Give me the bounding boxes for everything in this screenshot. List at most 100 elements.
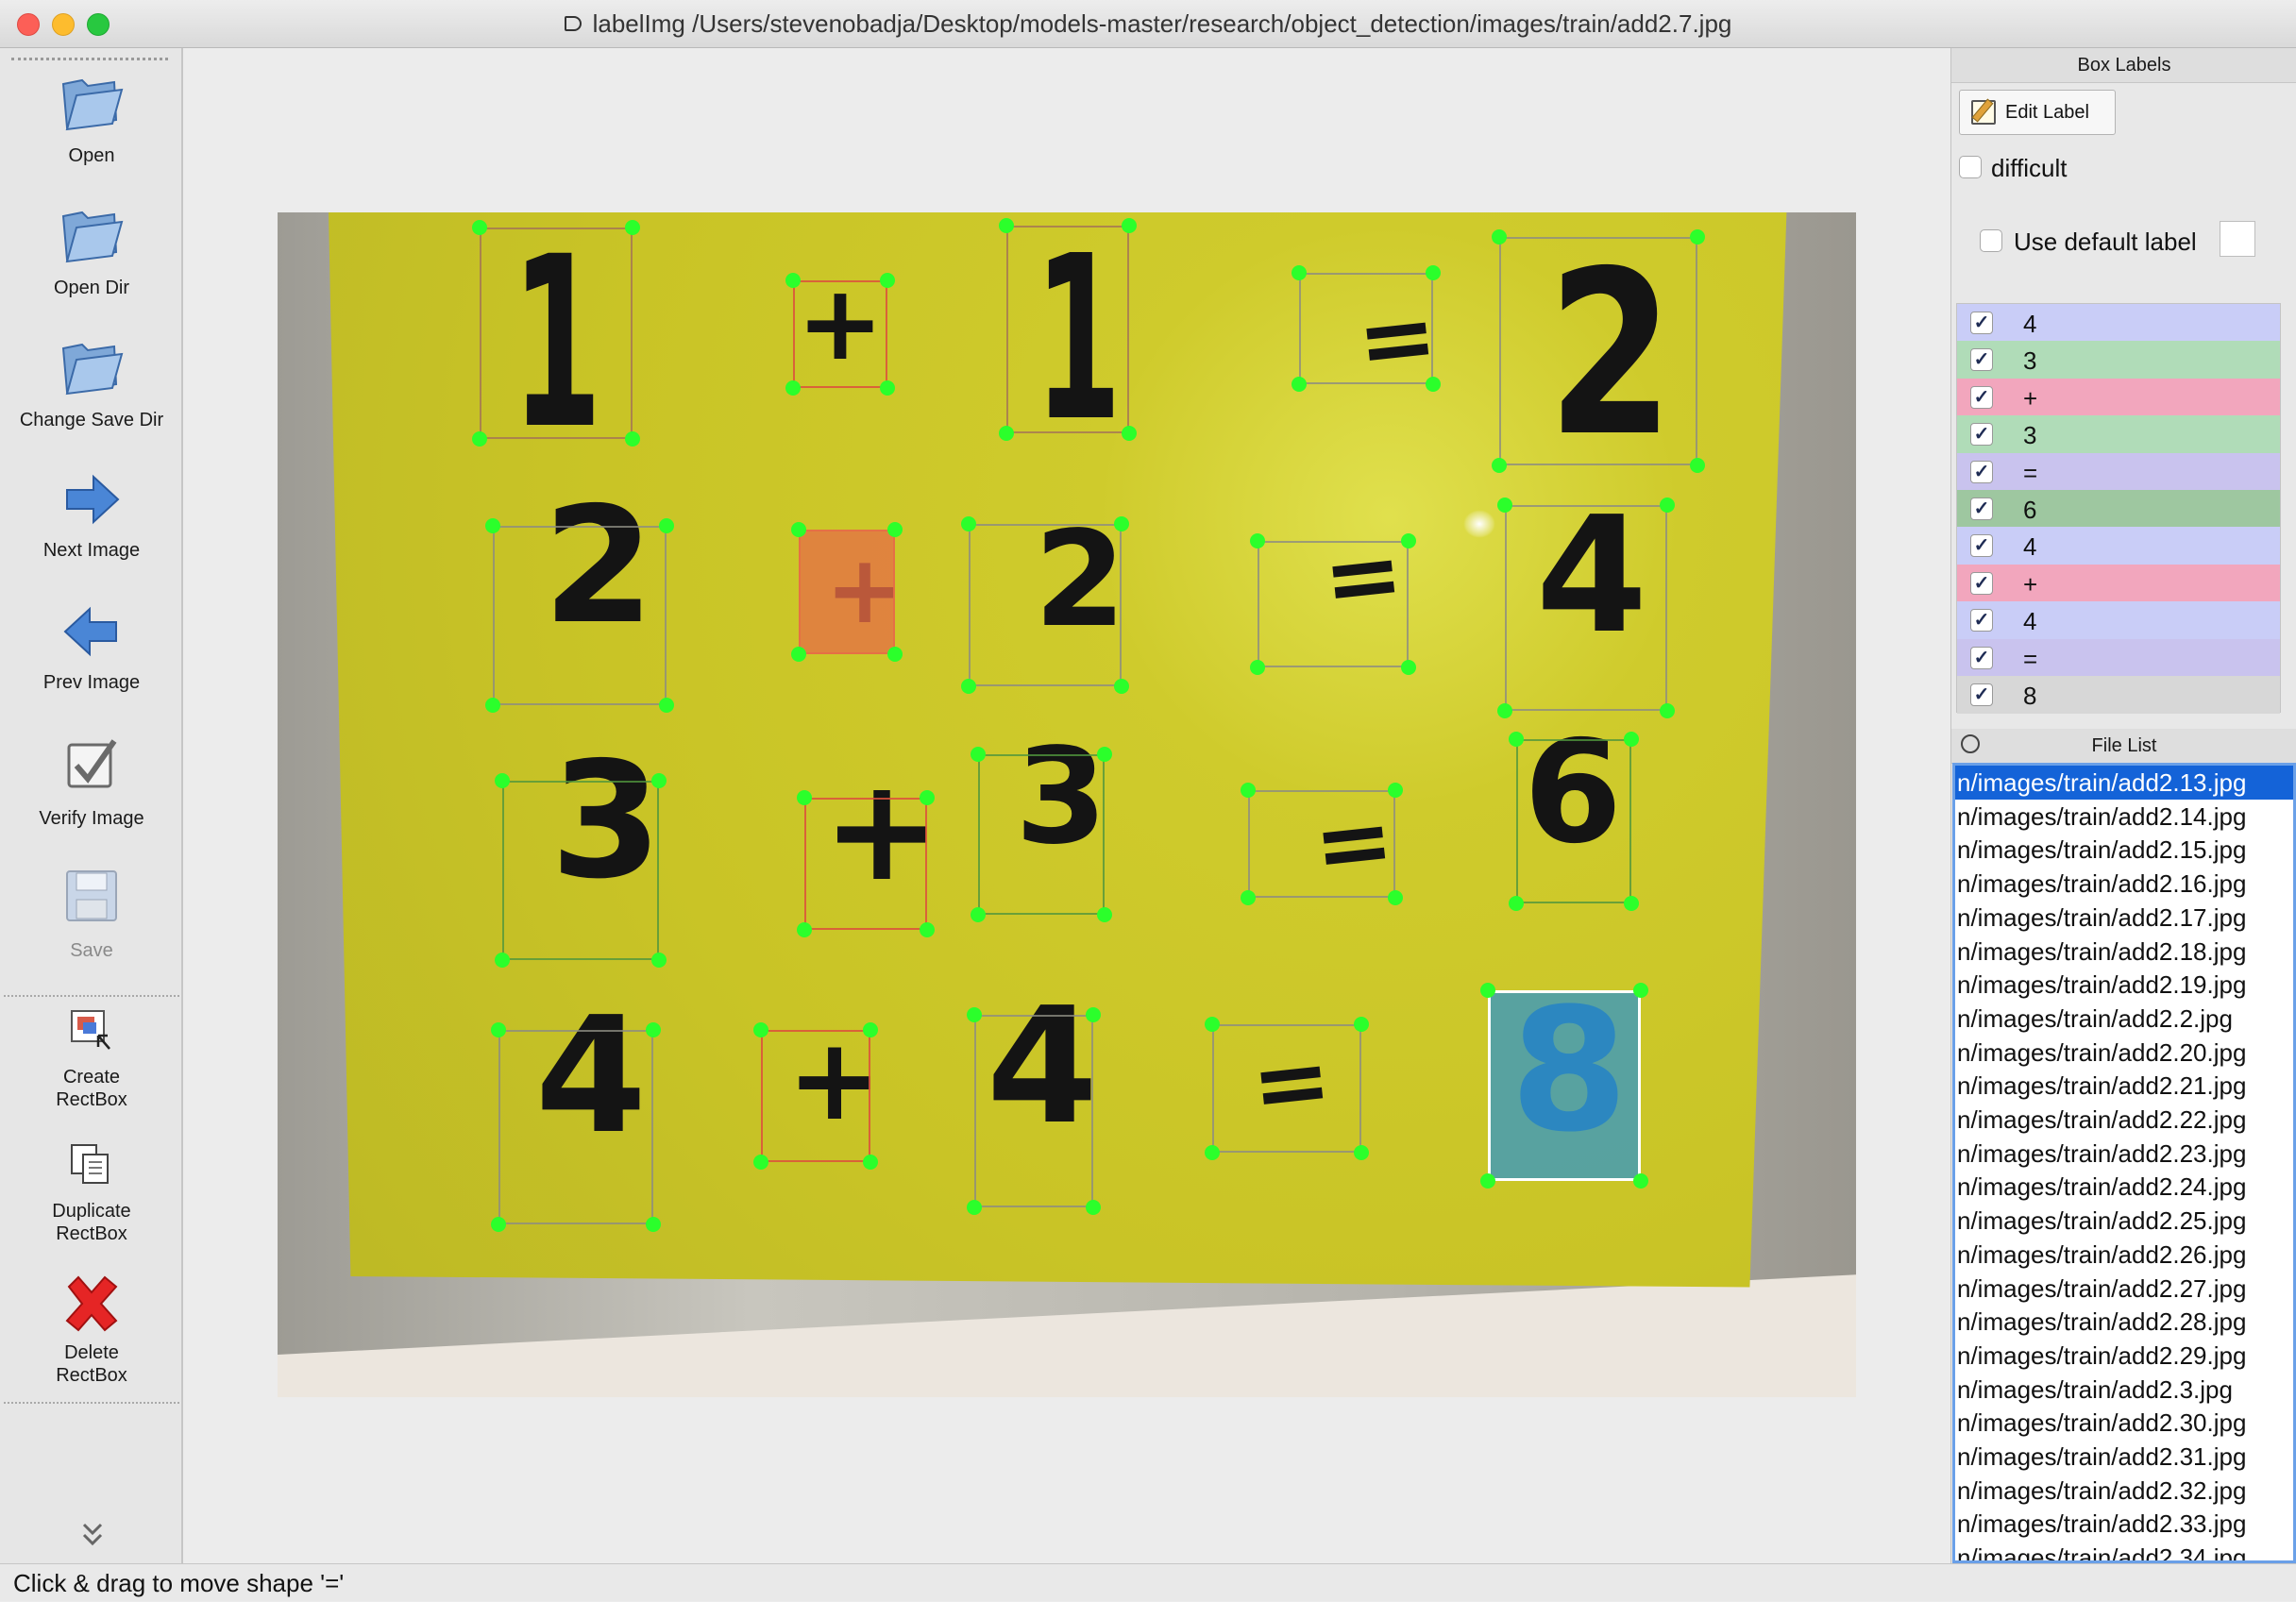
resize-handle[interactable] (880, 273, 895, 288)
file-list-item[interactable]: n/images/train/add2.23.jpg (1955, 1137, 2293, 1171)
file-list-item[interactable]: n/images/train/add2.26.jpg (1955, 1238, 2293, 1272)
bounding-box[interactable] (793, 280, 887, 388)
create-rectbox-button[interactable]: Create RectBox (0, 1002, 183, 1126)
resize-handle[interactable] (485, 698, 500, 713)
file-list-item[interactable]: n/images/train/add2.15.jpg (1955, 833, 2293, 867)
file-list-item[interactable]: n/images/train/add2.16.jpg (1955, 867, 2293, 901)
resize-handle[interactable] (1480, 983, 1495, 998)
resize-handle[interactable] (880, 380, 895, 396)
bounding-box[interactable] (480, 228, 633, 439)
default-label-input[interactable] (2220, 221, 2255, 257)
resize-handle[interactable] (1633, 983, 1648, 998)
resize-handle[interactable] (1114, 679, 1129, 694)
resize-handle[interactable] (495, 773, 510, 788)
resize-handle[interactable] (1492, 229, 1507, 245)
box-label-item[interactable]: ✓ 3 (1957, 415, 2280, 454)
resize-handle[interactable] (1122, 426, 1137, 441)
file-list-item[interactable]: n/images/train/add2.19.jpg (1955, 968, 2293, 1002)
bounding-box[interactable] (1299, 273, 1433, 384)
verify-image-button[interactable]: Verify Image (0, 732, 183, 845)
resize-handle[interactable] (651, 773, 667, 788)
resize-handle[interactable] (1388, 783, 1403, 798)
resize-handle[interactable] (646, 1217, 661, 1232)
box-label-item[interactable]: ✓ + (1957, 564, 2280, 602)
resize-handle[interactable] (863, 1022, 878, 1037)
label-visibility-checkbox[interactable]: ✓ (1970, 423, 1993, 447)
resize-handle[interactable] (961, 516, 976, 531)
resize-handle[interactable] (1633, 1173, 1648, 1189)
resize-handle[interactable] (1086, 1007, 1101, 1022)
image-canvas[interactable]: 1 + 1 = 2 2 + 2 = 4 3 + 3 = 6 4 + 4 = 8 (185, 48, 1950, 1563)
box-label-item[interactable]: ✓ 4 (1957, 304, 2280, 342)
box-label-item[interactable]: ✓ 8 (1957, 676, 2280, 714)
label-visibility-checkbox[interactable]: ✓ (1970, 683, 1993, 706)
change-save-dir-button[interactable]: Change Save Dir (0, 333, 183, 447)
file-list-item[interactable]: n/images/train/add2.2.jpg (1955, 1002, 2293, 1036)
box-label-item[interactable]: ✓ 3 (1957, 341, 2280, 379)
use-default-label-checkbox[interactable] (1980, 229, 2002, 252)
resize-handle[interactable] (659, 698, 674, 713)
delete-rectbox-button[interactable]: Delete RectBox (0, 1270, 183, 1402)
bounding-box[interactable] (1516, 739, 1631, 903)
bounding-box[interactable] (498, 1030, 653, 1224)
resize-handle[interactable] (1388, 890, 1403, 905)
resize-handle[interactable] (1401, 660, 1416, 675)
file-list-item[interactable]: n/images/train/add2.24.jpg (1955, 1170, 2293, 1204)
open-dir-button[interactable]: Open Dir (0, 201, 183, 314)
file-list-item[interactable]: n/images/train/add2.28.jpg (1955, 1305, 2293, 1339)
resize-handle[interactable] (1624, 896, 1639, 911)
edit-label-button[interactable]: Edit Label (1959, 90, 2116, 135)
resize-handle[interactable] (920, 790, 935, 805)
bounding-box-selected[interactable] (799, 530, 895, 654)
resize-handle[interactable] (1492, 458, 1507, 473)
box-label-item[interactable]: ✓ 4 (1957, 527, 2280, 565)
label-visibility-checkbox[interactable]: ✓ (1970, 534, 1993, 558)
file-list-item[interactable]: n/images/train/add2.32.jpg (1955, 1474, 2293, 1508)
label-visibility-checkbox[interactable]: ✓ (1970, 497, 1993, 520)
bounding-box[interactable] (804, 798, 927, 930)
label-visibility-checkbox[interactable]: ✓ (1970, 385, 1993, 409)
resize-handle[interactable] (1241, 890, 1256, 905)
box-label-item[interactable]: ✓ + (1957, 378, 2280, 416)
resize-handle[interactable] (1509, 732, 1524, 747)
bounding-box[interactable] (1248, 790, 1395, 898)
bounding-box[interactable] (1212, 1024, 1361, 1153)
resize-handle[interactable] (1480, 1173, 1495, 1189)
label-visibility-checkbox[interactable]: ✓ (1970, 348, 1993, 372)
resize-handle[interactable] (1205, 1145, 1220, 1160)
resize-handle[interactable] (791, 522, 806, 537)
resize-handle[interactable] (495, 953, 510, 968)
undock-icon[interactable] (1961, 734, 1980, 753)
bounding-box[interactable] (761, 1030, 870, 1162)
box-label-item[interactable]: ✓ 6 (1957, 490, 2280, 528)
resize-handle[interactable] (863, 1155, 878, 1170)
file-list-item[interactable]: n/images/train/add2.22.jpg (1955, 1103, 2293, 1137)
resize-handle[interactable] (651, 953, 667, 968)
resize-handle[interactable] (1660, 497, 1675, 513)
resize-handle[interactable] (659, 518, 674, 533)
resize-handle[interactable] (472, 431, 487, 447)
bounding-box[interactable] (1006, 226, 1129, 433)
file-list-item[interactable]: n/images/train/add2.33.jpg (1955, 1507, 2293, 1541)
resize-handle[interactable] (920, 922, 935, 937)
file-list-item[interactable]: n/images/train/add2.3.jpg (1955, 1373, 2293, 1407)
resize-handle[interactable] (1509, 896, 1524, 911)
file-list-item[interactable]: n/images/train/add2.18.jpg (1955, 935, 2293, 969)
bounding-box[interactable] (978, 754, 1105, 915)
resize-handle[interactable] (1292, 377, 1307, 392)
resize-handle[interactable] (1354, 1145, 1369, 1160)
label-visibility-checkbox[interactable]: ✓ (1970, 609, 1993, 632)
resize-handle[interactable] (1624, 732, 1639, 747)
difficult-checkbox[interactable] (1959, 156, 1982, 178)
file-list-item[interactable]: n/images/train/add2.29.jpg (1955, 1339, 2293, 1373)
resize-handle[interactable] (971, 907, 986, 922)
resize-handle[interactable] (1690, 229, 1705, 245)
resize-handle[interactable] (1205, 1017, 1220, 1032)
resize-handle[interactable] (797, 790, 812, 805)
file-list-item[interactable]: n/images/train/add2.20.jpg (1955, 1036, 2293, 1070)
resize-handle[interactable] (967, 1200, 982, 1215)
resize-handle[interactable] (491, 1022, 506, 1037)
resize-handle[interactable] (999, 426, 1014, 441)
bounding-box[interactable] (493, 526, 667, 705)
file-list-item[interactable]: n/images/train/add2.21.jpg (1955, 1069, 2293, 1103)
